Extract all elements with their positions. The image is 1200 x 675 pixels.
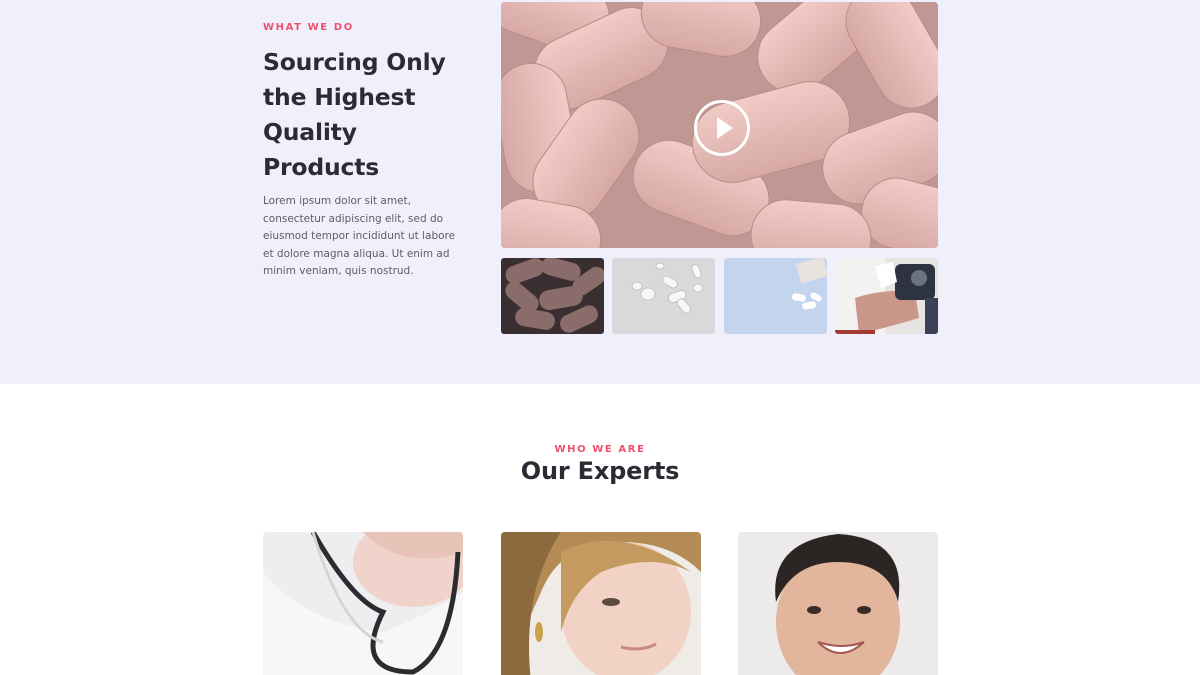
who-we-are-eyebrow: WHO WE ARE bbox=[554, 444, 646, 455]
play-icon bbox=[717, 117, 733, 139]
expert-photo-smiling-man bbox=[738, 532, 938, 675]
dark-pills-image bbox=[501, 258, 604, 334]
thumbnail-pills-blue[interactable] bbox=[724, 258, 827, 334]
what-we-do-title: Sourcing Only the Highest Quality Produc… bbox=[263, 48, 446, 181]
gallery-thumbnails bbox=[501, 258, 938, 334]
expert-photo-woman-curly-hair bbox=[501, 532, 701, 675]
blue-background-pills-image bbox=[724, 258, 827, 334]
what-we-do-text: WHAT WE DO Sourcing Only the Highest Qua… bbox=[263, 22, 473, 281]
who-we-are-eyebrow-wrap: WHO WE ARE bbox=[0, 437, 1200, 456]
expert-photo-doctor-stethoscope bbox=[263, 532, 463, 675]
expert-card-1[interactable] bbox=[263, 532, 463, 675]
thumbnail-blood-pressure[interactable] bbox=[835, 258, 938, 334]
what-we-do-eyebrow: WHAT WE DO bbox=[263, 22, 354, 33]
play-button[interactable] bbox=[694, 100, 750, 156]
thumbnail-pills-white[interactable] bbox=[612, 258, 715, 334]
what-we-do-body: Lorem ipsum dolor sit amet, consectetur … bbox=[263, 195, 456, 277]
expert-card-3[interactable] bbox=[738, 532, 938, 675]
blood-pressure-check-image bbox=[835, 258, 938, 334]
product-video[interactable] bbox=[501, 2, 938, 248]
our-experts-title: Our Experts bbox=[520, 457, 680, 485]
white-pills-image bbox=[612, 258, 715, 334]
expert-card-2[interactable] bbox=[501, 532, 701, 675]
thumbnail-pills-dark[interactable] bbox=[501, 258, 604, 334]
what-we-do-section: WHAT WE DO Sourcing Only the Highest Qua… bbox=[0, 0, 1200, 384]
